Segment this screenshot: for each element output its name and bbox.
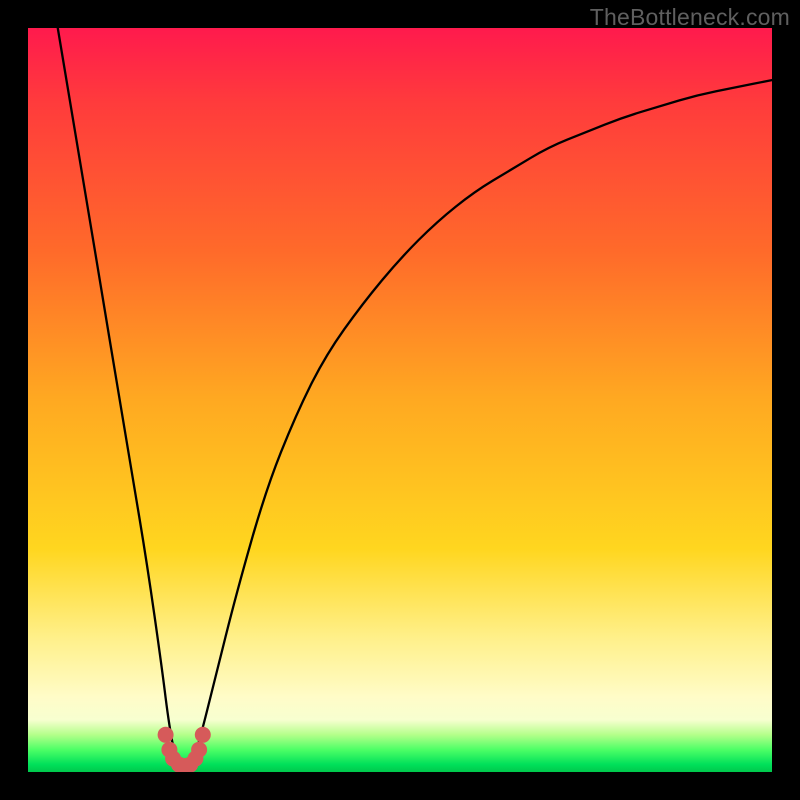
chart-frame: TheBottleneck.com	[0, 0, 800, 800]
bottleneck-curve-svg	[28, 28, 772, 772]
marker-dot	[195, 727, 211, 743]
marker-dot	[158, 727, 174, 743]
plot-area	[28, 28, 772, 772]
bottleneck-curve-path	[58, 28, 772, 770]
marker-dot	[191, 742, 207, 758]
curve-marker-dots	[158, 727, 211, 772]
watermark-text: TheBottleneck.com	[590, 4, 790, 31]
